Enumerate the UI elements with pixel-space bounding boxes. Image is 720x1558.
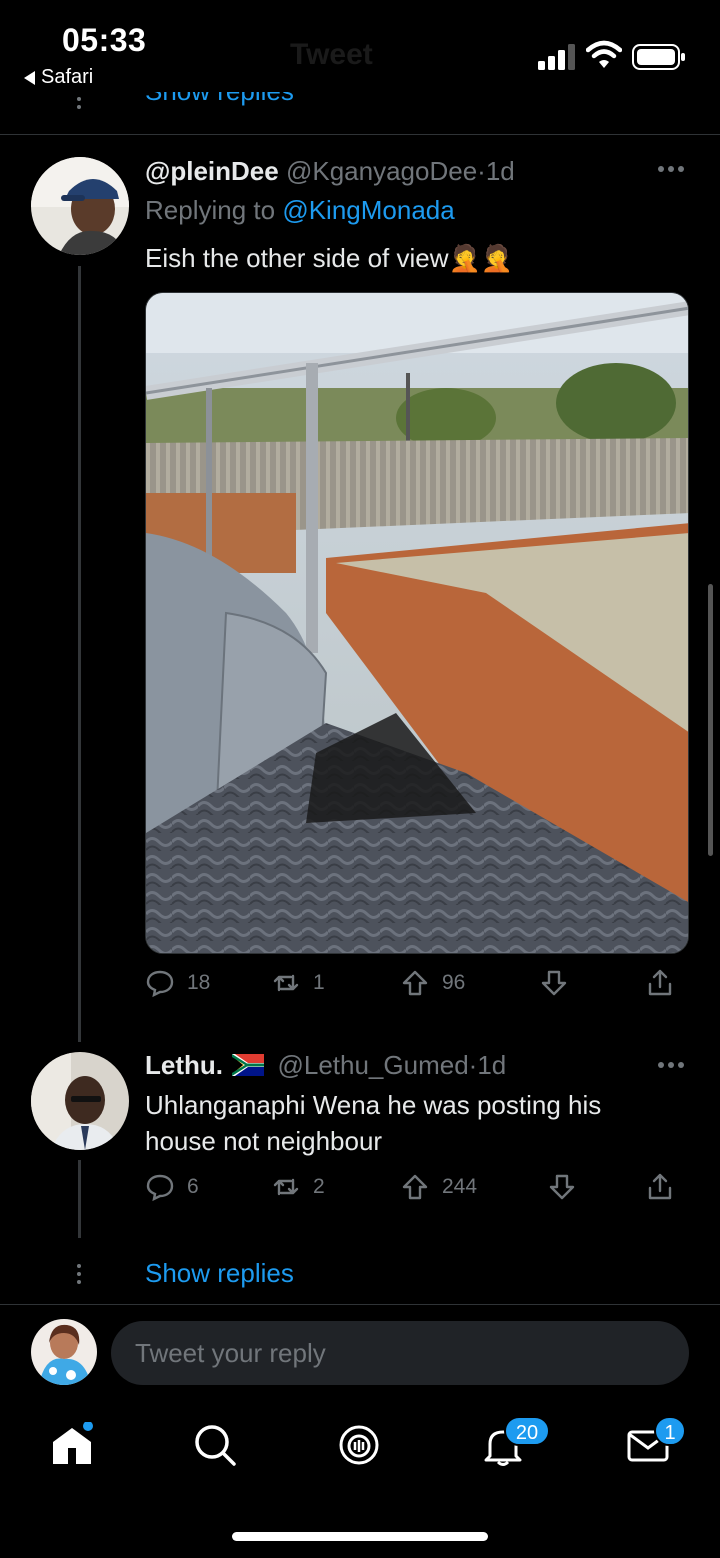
tweet2-more-icon[interactable] [658,1062,688,1070]
search-icon[interactable] [192,1422,238,1468]
avatar-image [31,1052,129,1150]
avatar-lethu[interactable] [31,1052,129,1150]
tweet2-upvote-button[interactable]: 244 [400,1172,477,1202]
back-to-safari-label: Safari [41,66,94,88]
reply-composer-bar: Tweet your reply [0,1304,720,1400]
retweet-icon [273,974,299,992]
tweet2-header: Lethu. @Lethu_Gumed·1d [145,1047,506,1083]
avatar-image [31,1319,97,1385]
back-to-safari-button[interactable]: Safari [24,66,93,89]
tweet1-downvote-button[interactable] [539,968,569,998]
replying-to-prefix: Replying to [145,195,276,225]
reply-input[interactable]: Tweet your reply [111,1321,689,1385]
home-icon[interactable] [49,1422,95,1468]
tweet1-handle[interactable]: @KganyagoDee [286,156,477,186]
tweet2-upvote-count: 244 [442,1175,478,1198]
tweet2-reply-count: 6 [187,1175,199,1198]
tweet2-retweet-count: 2 [313,1175,325,1198]
back-arrow-icon [24,70,35,85]
tweet2-text: Uhlanganaphi Wena he was posting his hou… [145,1090,602,1156]
reply-icon [146,1174,174,1202]
thread-dots-icon [77,1264,81,1284]
divider [0,134,720,135]
tweet1-upvote-button[interactable]: 96 [400,968,465,998]
tweet1-photo[interactable] [145,292,689,954]
avatar-image [31,157,129,255]
messages-badge: 1 [654,1416,686,1446]
tweet1-separator: · [477,156,486,186]
notifications-badge: 20 [504,1416,550,1446]
status-bar: Tweet 05:33 Safari [0,0,720,96]
upvote-arrow-icon [402,970,428,996]
tweet2-retweet-button[interactable]: 2 [271,1172,325,1202]
scrollbar[interactable] [708,584,713,856]
tweet1-reply-button[interactable]: 18 [145,968,210,998]
tweet2-reply-button[interactable]: 6 [145,1172,199,1202]
tweet2-share-button[interactable] [645,1172,675,1202]
tweet1-text: Eish the other side of view🤦🤦 [145,240,513,276]
thread-line [78,1160,81,1238]
south-africa-flag-icon [232,1052,265,1078]
tweet1-retweet-button[interactable]: 1 [271,968,325,998]
tweet1-reply-count: 18 [187,971,211,994]
tweet1-age: 1d [485,156,515,186]
wifi-icon [586,40,622,68]
reply-icon [146,970,174,998]
my-avatar[interactable] [31,1319,97,1385]
replying-to-mention[interactable]: @KingMonada [282,195,454,225]
tweet2-downvote-button[interactable] [547,1172,577,1202]
tweet1-display-name[interactable]: @pleinDee [145,156,279,186]
tweet1-body: Eish the other side of view [145,243,449,273]
spaces-icon[interactable] [336,1422,382,1468]
upvote-arrow-icon [402,1174,428,1200]
tweet1-more-icon[interactable] [658,166,688,174]
downvote-arrow-icon [549,1174,575,1200]
share-icon [648,969,672,996]
share-icon [648,1173,672,1200]
tab-bar: 20 1 [0,1400,720,1500]
downvote-arrow-icon [541,970,567,996]
show-replies-link[interactable]: Show replies [145,1258,294,1289]
battery-icon [632,44,685,70]
tweet2-age: 1d [477,1050,507,1080]
tweet2-display-name[interactable]: Lethu. [145,1050,223,1080]
avatar-pleindee[interactable] [31,157,129,255]
tweet2-handle[interactable]: @Lethu_Gumed [277,1050,468,1080]
tweet1-upvote-count: 96 [442,971,466,994]
facepalm-emoji-icon: 🤦🤦 [448,243,514,273]
tweet2-actions: 6 2 244 [145,1172,685,1212]
cellular-signal-icon [538,44,575,70]
thread-line [78,266,81,1042]
tweet1-retweet-count: 1 [313,971,325,994]
balcony-view-image [146,293,688,953]
tweet1-share-button[interactable] [645,968,675,998]
tweet1-replying-line: Replying to @KingMonada [145,192,455,228]
retweet-icon [273,1178,299,1196]
thread-dots-icon [77,97,81,109]
tweet1-actions: 18 1 96 [145,968,685,1008]
home-indicator[interactable] [232,1532,488,1541]
tweet1-header: @pleinDee @KganyagoDee·1d [145,153,515,189]
status-time: 05:33 [62,22,147,58]
page-title: Tweet [290,38,373,71]
